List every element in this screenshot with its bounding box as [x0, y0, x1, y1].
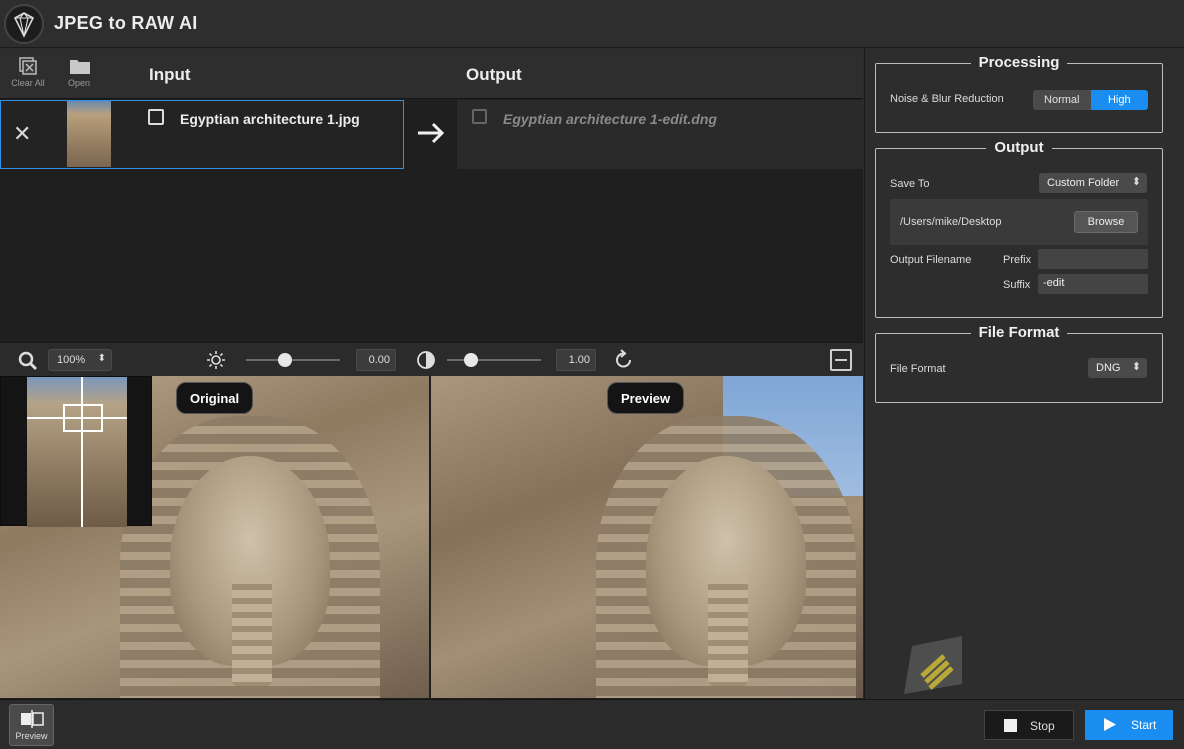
noise-reduction-label: Noise & Blur Reduction: [890, 93, 1004, 105]
contrast-value[interactable]: 1.00: [556, 349, 596, 371]
open-label: Open: [67, 78, 91, 88]
contrast-slider-knob[interactable]: [464, 353, 479, 367]
start-button[interactable]: Start: [1085, 710, 1173, 740]
browse-button[interactable]: Browse: [1074, 211, 1138, 233]
split-view-icon: [21, 710, 44, 728]
arrow-right-icon: [416, 121, 446, 150]
zoom-icon[interactable]: [17, 350, 39, 377]
suffix-label: Suffix: [1003, 279, 1031, 291]
navigator-crosshair-v: [81, 377, 83, 527]
open-external-icon: [472, 109, 487, 124]
file-format-title: File Format: [970, 324, 1068, 341]
open-external-icon[interactable]: [148, 109, 164, 125]
input-filename: Egyptian architecture 1.jpg: [180, 111, 360, 127]
save-to-label: Save To: [890, 178, 930, 190]
contrast-icon: [416, 350, 436, 375]
stop-label: Stop: [1030, 719, 1055, 733]
zoom-value: 100%: [57, 354, 86, 366]
clear-all-icon: [18, 57, 38, 75]
play-icon: [1103, 717, 1117, 735]
save-to-dropdown[interactable]: Custom Folder: [1039, 173, 1147, 193]
settings-sidebar: Processing Noise & Blur Reduction Normal…: [864, 49, 1184, 699]
clear-all-button[interactable]: Clear All: [6, 57, 50, 88]
prefix-input[interactable]: [1038, 249, 1148, 269]
remove-file-icon[interactable]: ✕: [13, 123, 31, 145]
processing-title: Processing: [970, 54, 1068, 71]
noise-reduction-segmented-control[interactable]: Normal High: [1033, 90, 1148, 110]
navigator-thumbnail: [27, 377, 127, 527]
start-label: Start: [1131, 718, 1157, 732]
app-logo: [4, 4, 44, 44]
open-button[interactable]: Open: [57, 57, 101, 88]
io-header: Clear All Open Input Output: [0, 49, 863, 99]
output-heading: Output: [466, 65, 522, 84]
output-filename-label: Output Filename: [890, 254, 972, 266]
title-bar: JPEG to RAW AI: [0, 0, 1184, 48]
output-title: Output: [986, 139, 1052, 156]
output-filename: Egyptian architecture 1-edit.dng: [503, 111, 717, 127]
preview-toggle-button[interactable]: Preview: [9, 704, 54, 746]
output-file-row: Egyptian architecture 1-edit.dng: [457, 100, 863, 169]
file-format-dropdown[interactable]: DNG: [1088, 358, 1147, 378]
statue-beard: [708, 576, 748, 686]
folder-icon: [69, 57, 90, 75]
output-group: Output Save To Custom Folder /Users/mike…: [875, 139, 1163, 318]
diamond-logo-icon: [13, 12, 35, 38]
view-toolbar: 100% ⬍ 0.00 1.00: [0, 342, 863, 376]
original-image[interactable]: Original: [0, 376, 429, 698]
file-format-value: DNG: [1096, 362, 1121, 374]
suffix-input[interactable]: -edit: [1038, 274, 1148, 294]
navigator[interactable]: [0, 376, 152, 527]
preview-toggle-label: Preview: [15, 731, 48, 741]
statue-beard: [232, 576, 272, 686]
noise-option-high[interactable]: High: [1090, 90, 1148, 110]
prefix-label: Prefix: [1003, 254, 1032, 266]
reset-icon[interactable]: [613, 349, 635, 376]
zoom-stepper[interactable]: 100% ⬍: [48, 349, 112, 371]
brightness-slider-knob[interactable]: [278, 353, 293, 367]
main-area: Clear All Open Input Output ✕ Egyptian a…: [0, 49, 863, 699]
folder-path: /Users/mike/Desktop: [900, 216, 1002, 228]
bottom-bar: Preview Stop Start: [0, 699, 1184, 749]
brightness-icon: [206, 350, 226, 375]
navigator-viewport[interactable]: [63, 404, 103, 432]
app-title: JPEG to RAW AI: [54, 13, 198, 33]
contrast-slider[interactable]: [447, 359, 541, 361]
file-format-label: File Format: [890, 363, 946, 375]
collapse-icon[interactable]: [830, 349, 852, 371]
file-thumbnail: [67, 101, 111, 167]
input-file-row[interactable]: ✕ Egyptian architecture 1.jpg: [0, 100, 404, 169]
preview-label: Preview: [607, 382, 685, 414]
watermark-logo: [904, 636, 964, 694]
clear-all-label: Clear All: [11, 78, 45, 88]
save-to-value: Custom Folder: [1047, 177, 1120, 189]
brightness-slider[interactable]: [246, 359, 340, 361]
brightness-value[interactable]: 0.00: [356, 349, 396, 371]
original-label: Original: [176, 382, 254, 414]
noise-option-normal[interactable]: Normal: [1033, 90, 1091, 110]
stop-icon: [1004, 719, 1017, 732]
stop-button[interactable]: Stop: [984, 710, 1074, 740]
input-heading: Input: [149, 65, 191, 84]
path-box: /Users/mike/Desktop Browse: [890, 199, 1148, 245]
processing-group: Processing Noise & Blur Reduction Normal…: [875, 54, 1163, 133]
file-format-group: File Format File Format DNG: [875, 324, 1163, 403]
preview-image[interactable]: Preview: [431, 376, 863, 698]
